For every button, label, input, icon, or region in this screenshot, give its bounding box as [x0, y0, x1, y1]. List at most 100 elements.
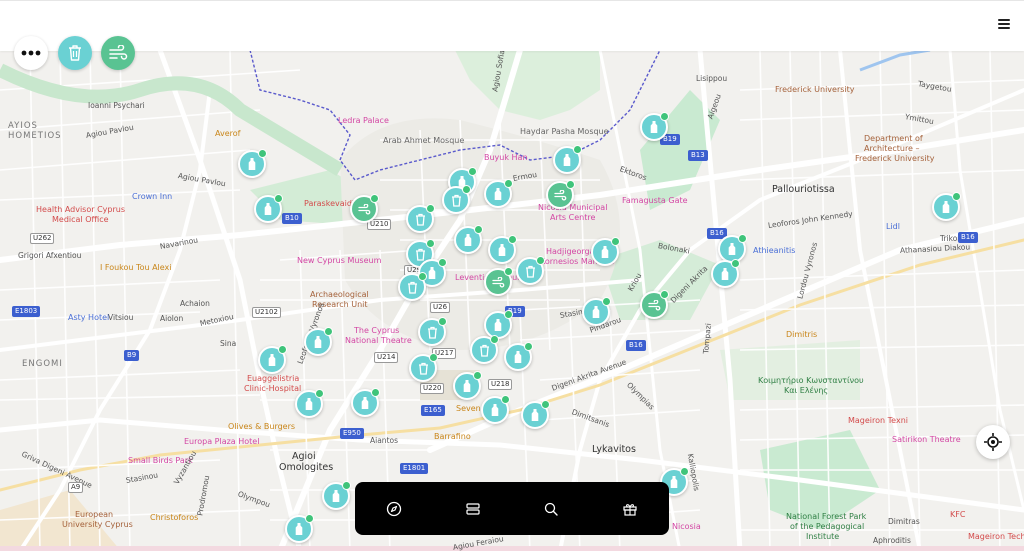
bottle-pin[interactable] — [711, 259, 740, 288]
place-label[interactable]: Health Advisor Cyprus — [36, 206, 125, 214]
bottle-pin[interactable] — [254, 194, 283, 223]
wind-pin[interactable] — [640, 290, 669, 319]
bottle-pin[interactable] — [521, 400, 550, 429]
map-view[interactable]: Pallouriotissa Lykavitos Agioi Omologites Fr… — [0, 50, 1024, 551]
place-label[interactable]: Medical Office — [52, 216, 109, 224]
bin-pin[interactable] — [418, 317, 447, 346]
place-label[interactable]: Department of — [864, 135, 923, 143]
place-label[interactable]: New Cyprus Museum — [297, 257, 381, 265]
place-label[interactable]: Omologites — [279, 463, 333, 473]
bottle-icon — [268, 354, 276, 366]
bottle-icon — [428, 267, 436, 279]
place-label[interactable]: Athieanitis — [753, 247, 795, 255]
bottle-pin[interactable] — [295, 389, 324, 418]
place-label[interactable]: Nicosia Municipal — [538, 204, 607, 212]
place-label[interactable]: The Cyprus — [354, 327, 399, 335]
bottle-pin[interactable] — [481, 395, 510, 424]
bottle-pin[interactable] — [488, 235, 517, 264]
hamburger-icon[interactable] — [994, 19, 1010, 33]
wind-pin[interactable] — [484, 267, 513, 296]
place-label[interactable]: Seven — [456, 405, 481, 413]
place-label[interactable]: Buyuk Han — [484, 154, 528, 162]
status-dot — [426, 239, 435, 248]
place-label[interactable]: Dimitris — [786, 331, 817, 339]
wind-pin[interactable] — [546, 180, 575, 209]
bin-pin[interactable] — [398, 272, 427, 301]
bottle-pin[interactable] — [553, 145, 582, 174]
district-label: HOMETIOS — [8, 131, 62, 141]
place-label[interactable]: University Cyprus — [62, 521, 133, 529]
place-label[interactable]: European — [75, 511, 113, 519]
place-label[interactable]: Olives & Burgers — [228, 423, 295, 431]
place-label[interactable]: Clinic-Hospital — [244, 385, 301, 393]
wind-filter-button[interactable] — [101, 36, 135, 70]
bottle-pin[interactable] — [582, 297, 611, 326]
place-label[interactable]: KFC — [950, 511, 965, 519]
bottle-pin[interactable] — [591, 237, 620, 266]
place-label[interactable]: Archaeological — [310, 291, 369, 299]
status-dot — [504, 267, 513, 276]
bottle-pin[interactable] — [454, 225, 483, 254]
bottle-pin[interactable] — [453, 371, 482, 400]
place-label[interactable]: Agioi — [292, 452, 316, 462]
street-label: Achaion — [180, 299, 210, 308]
nav-rewards-button[interactable] — [610, 489, 650, 529]
nav-list-button[interactable] — [453, 489, 493, 529]
place-label[interactable]: Asty Hotel — [68, 314, 109, 322]
place-label[interactable]: Christoforos — [150, 514, 198, 522]
place-label[interactable]: Haydar Pasha Mosque — [520, 128, 609, 136]
place-label[interactable]: Mageiron Texni — [848, 417, 908, 425]
more-button[interactable] — [14, 36, 48, 70]
bottle-pin[interactable] — [351, 388, 380, 417]
place-label[interactable]: Institute — [806, 533, 839, 541]
place-label[interactable]: Famagusta Gate — [622, 197, 688, 205]
bin-pin[interactable] — [516, 256, 545, 285]
trash-filter-button[interactable] — [58, 36, 92, 70]
trash-icon — [418, 362, 428, 375]
bin-pin[interactable] — [442, 185, 471, 214]
bottle-pin[interactable] — [484, 179, 513, 208]
bottle-pin[interactable] — [640, 112, 669, 141]
place-label[interactable]: Lidl — [886, 223, 900, 231]
place-label[interactable]: Arab Ahmet Mosque — [383, 137, 464, 145]
place-label[interactable]: National Forest Park — [786, 513, 866, 521]
place-label[interactable]: I Foukou Tou Alexi — [100, 264, 172, 272]
place-label[interactable]: of the Pedagogical — [790, 523, 864, 531]
status-dot — [468, 167, 477, 176]
place-label[interactable]: Averof — [215, 130, 240, 138]
place-label[interactable]: Και Ελένης — [784, 387, 828, 395]
road-shield: B16 — [958, 232, 978, 243]
bottle-pin[interactable] — [285, 514, 314, 543]
place-label[interactable]: Architecture – — [864, 145, 920, 153]
bottle-pin[interactable] — [484, 310, 513, 339]
bottle-pin[interactable] — [258, 345, 287, 374]
place-label[interactable]: Euaggelistria — [247, 375, 299, 383]
bottle-pin[interactable] — [304, 327, 333, 356]
bottle-pin[interactable] — [322, 481, 351, 510]
bottle-pin[interactable] — [932, 192, 961, 221]
place-label[interactable]: Frederick University — [775, 86, 855, 94]
place-label[interactable]: Pallouriotissa — [772, 185, 835, 195]
bin-pin[interactable] — [409, 353, 438, 382]
place-label[interactable]: Mageiron Techni — [968, 533, 1024, 541]
wind-pin[interactable] — [350, 194, 379, 223]
bottle-pin[interactable] — [504, 342, 533, 371]
place-label[interactable]: Satirikon Theatre — [892, 436, 961, 444]
locate-me-button[interactable] — [976, 425, 1010, 459]
place-label[interactable]: Europa Plaza Hotel — [184, 438, 259, 446]
nav-search-button[interactable] — [531, 489, 571, 529]
place-label[interactable]: Κοιμητήριο Κωνσταντίνου — [758, 377, 864, 385]
place-label[interactable]: Barrafino — [434, 433, 471, 441]
place-label[interactable]: National Theatre — [345, 337, 412, 345]
place-label[interactable]: Lykavitos — [592, 445, 636, 455]
place-label[interactable]: Frederick University — [855, 155, 935, 163]
bin-pin[interactable] — [406, 204, 435, 233]
place-label[interactable]: Crown Inn — [132, 193, 172, 201]
place-label[interactable]: Ledra Palace — [338, 117, 389, 125]
bin-pin[interactable] — [470, 335, 499, 364]
bottle-pin[interactable] — [238, 149, 267, 178]
district-label: ENGOMI — [22, 359, 63, 369]
place-label[interactable]: Arts Centre — [550, 214, 595, 222]
place-label[interactable]: Nicosia — [672, 523, 701, 531]
nav-explore-button[interactable] — [374, 489, 414, 529]
